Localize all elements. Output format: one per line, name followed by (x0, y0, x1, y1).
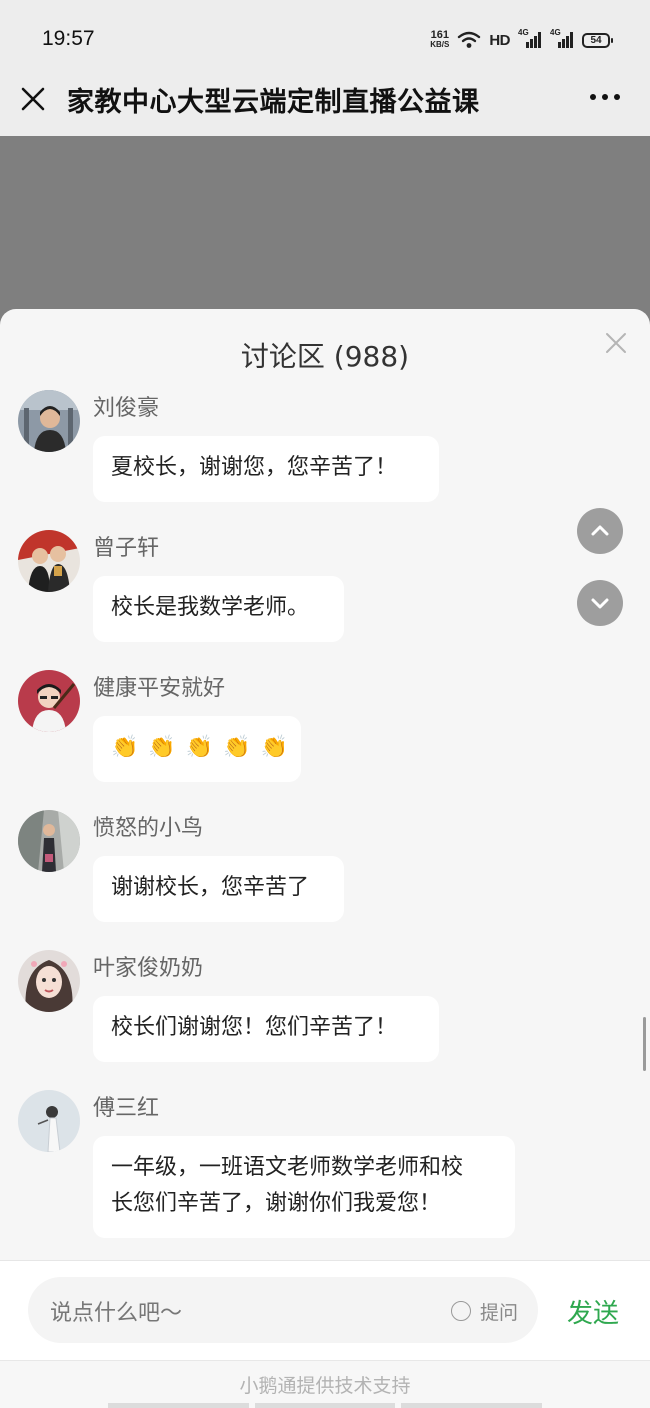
discussion-title: 讨论区 (988) (240, 340, 410, 373)
comment-bubble: 校长是我数学老师。 (93, 576, 344, 642)
ask-question-label[interactable]: 提问 (480, 1298, 518, 1325)
comment-bubble: 夏校长，谢谢您，您辛苦了！ (93, 436, 439, 502)
avatar[interactable] (18, 1090, 80, 1152)
page-title: 家教中心大型云端定制直播公益课 (67, 87, 480, 118)
clap-icon: 👏 (223, 735, 251, 760)
footer: 小鹅通提供技术支持 (0, 1360, 650, 1408)
status-bar: 19:57 161 KB/S HD 4G 4G 54 (0, 0, 650, 72)
scrollbar[interactable] (643, 1017, 646, 1071)
comment-author: 傅三红 (93, 1096, 160, 1121)
close-icon[interactable] (604, 331, 628, 355)
app-header: 家教中心大型云端定制直播公益课 (0, 72, 650, 136)
signal-icon: 4G (518, 28, 542, 48)
wifi-icon (458, 31, 481, 48)
clap-emojis: 👏 👏 👏 👏 👏 (111, 730, 288, 766)
network-speed-unit: KB/S (430, 40, 450, 49)
comment-bubble: 一年级，一班语文老师数学老师和校 长您们辛苦了，谢谢你们我爱您！ (93, 1136, 515, 1238)
discussion-panel: 讨论区 (988) 刘俊豪 夏校长，谢谢您，您辛苦了！ 曾子轩 校长是我数学老师… (0, 309, 650, 1407)
comment-author: 刘俊豪 (93, 396, 160, 421)
input-placeholder: 说点什么吧～ (50, 1301, 183, 1326)
avatar[interactable] (18, 950, 80, 1012)
ask-question-radio[interactable] (451, 1301, 471, 1321)
comment-author: 曾子轩 (93, 536, 160, 561)
comment-author: 健康平安就好 (93, 676, 226, 701)
status-icons: 161 KB/S HD 4G 4G 54 (430, 26, 613, 54)
comment-author: 愤怒的小鸟 (93, 816, 204, 841)
comment-text-line: 长您们辛苦了，谢谢你们我爱您！ (111, 1191, 442, 1216)
comment-author: 叶家俊奶奶 (93, 956, 204, 981)
avatar[interactable] (18, 390, 80, 452)
comment-input[interactable]: 说点什么吧～ 提问 (28, 1277, 538, 1343)
comment-input-area: 说点什么吧～ 提问 发送 (0, 1260, 650, 1361)
avatar[interactable] (18, 670, 80, 732)
footer-divider (108, 1403, 543, 1408)
signal-icon: 4G (550, 28, 574, 48)
clap-icon: 👏 (111, 735, 139, 760)
comment-text-line: 一年级，一班语文老师数学老师和校 (111, 1155, 464, 1180)
comment-bubble: 校长们谢谢您！您们辛苦了！ (93, 996, 439, 1062)
avatar[interactable] (18, 530, 80, 592)
chevron-down-icon (591, 598, 609, 609)
clap-icon: 👏 (260, 735, 289, 760)
scroll-down-button[interactable] (577, 580, 623, 626)
powered-by-text: 小鹅通提供技术支持 (239, 1375, 411, 1397)
network-speed-value: 161 (430, 29, 449, 41)
signal-2-label: 4G (550, 28, 561, 37)
hd-label: HD (489, 31, 510, 49)
avatar[interactable] (18, 810, 80, 872)
close-icon[interactable] (18, 84, 48, 114)
signal-1-label: 4G (518, 28, 529, 37)
scroll-up-button[interactable] (577, 508, 623, 554)
clap-icon: 👏 (185, 735, 214, 760)
battery-icon: 54 (582, 32, 613, 48)
comment-bubble: 👏 👏 👏 👏 👏 (93, 716, 301, 782)
status-time: 19:57 (42, 27, 95, 50)
network-speed: 161 KB/S (430, 29, 450, 50)
clap-icon: 👏 (148, 735, 176, 760)
send-button[interactable]: 发送 (567, 1293, 619, 1330)
more-icon[interactable] (590, 94, 620, 100)
chevron-up-icon (591, 525, 609, 536)
comment-bubble: 谢谢校长，您辛苦了 (93, 856, 344, 922)
